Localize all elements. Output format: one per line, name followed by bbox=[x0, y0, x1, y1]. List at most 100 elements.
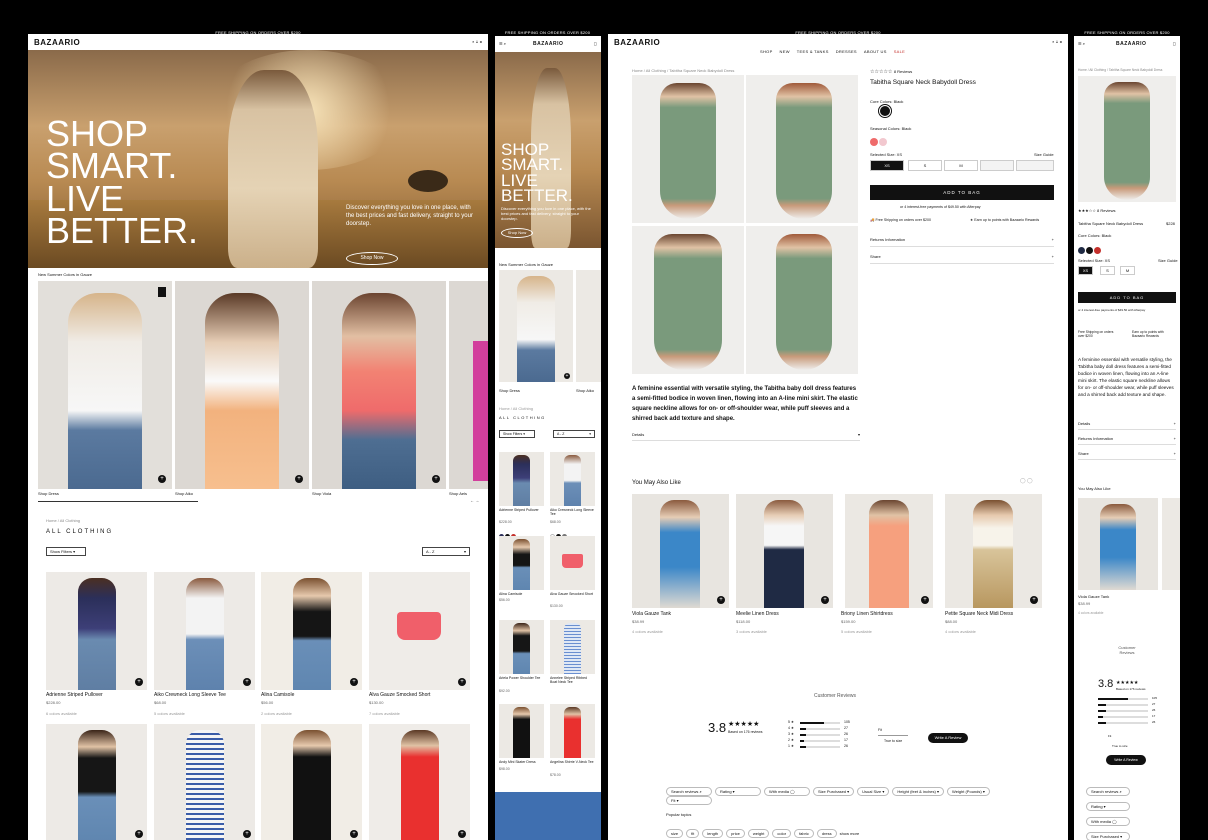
also-name-4[interactable]: Petite Square Neck Midi Dress bbox=[945, 611, 1013, 617]
also-arrows[interactable]: ◯ ◯ bbox=[1020, 478, 1033, 484]
mobile-size-s[interactable]: S bbox=[1100, 266, 1115, 275]
summer-card-1[interactable]: + bbox=[38, 281, 172, 489]
add-icon[interactable]: + bbox=[1030, 596, 1038, 604]
size-s[interactable]: S bbox=[908, 160, 942, 171]
core-swatch-black[interactable] bbox=[878, 104, 892, 118]
add-icon[interactable]: + bbox=[458, 678, 466, 686]
mobile-size-xs[interactable]: XS bbox=[1078, 266, 1093, 275]
product-name-3[interactable]: Alina Camisole bbox=[261, 692, 294, 698]
mobile-media-filter[interactable]: With media ◯ bbox=[1086, 817, 1130, 826]
mobile-rating[interactable]: ★★★☆☆ 8 Reviews bbox=[1078, 208, 1116, 213]
nav-new[interactable]: NEW bbox=[780, 49, 790, 54]
mobile-breadcrumb[interactable]: Home / All Clothing bbox=[499, 406, 533, 411]
menu-icon[interactable]: ☰ ⌕ bbox=[1078, 41, 1085, 46]
add-icon[interactable]: + bbox=[350, 678, 358, 686]
mobile-product-3[interactable] bbox=[499, 536, 544, 590]
height-filter[interactable]: Height (feet & inches) ▾ bbox=[892, 787, 944, 796]
mobile-pdp-breadcrumb[interactable]: Home / All Clothing / Tabitha Square Nec… bbox=[1078, 68, 1178, 72]
summer-card-4[interactable] bbox=[449, 281, 488, 489]
mobile-product-name-1[interactable]: Adrienne Striped Pullover bbox=[499, 508, 544, 512]
pdp-size-guide[interactable]: Size Guide bbox=[1034, 152, 1054, 157]
carousel-scrollbar[interactable] bbox=[38, 501, 198, 502]
mobile-hero-cta[interactable]: Shop Now bbox=[501, 228, 533, 238]
topic-chip[interactable]: weight bbox=[747, 829, 770, 838]
mobile-product-7[interactable] bbox=[499, 704, 544, 758]
pdp-image-1[interactable] bbox=[632, 75, 744, 223]
mobile-also-card-2[interactable] bbox=[1162, 498, 1180, 590]
add-icon[interactable]: + bbox=[135, 678, 143, 686]
add-icon[interactable]: + bbox=[564, 373, 570, 379]
pdp-image-2[interactable] bbox=[746, 75, 858, 223]
mobile-summer-card-1[interactable]: + bbox=[499, 270, 573, 382]
nav-tees[interactable]: TEES & TANKS bbox=[797, 49, 829, 54]
add-icon[interactable]: + bbox=[432, 475, 440, 483]
topic-chip[interactable]: color bbox=[772, 829, 792, 838]
summer-card-3[interactable]: + bbox=[312, 281, 446, 489]
add-icon[interactable]: + bbox=[350, 830, 358, 838]
mobile-summer-label-1[interactable]: Shop Dress bbox=[499, 388, 520, 393]
nav-about[interactable]: ABOUT US bbox=[864, 49, 887, 54]
also-card-1[interactable]: + bbox=[632, 494, 729, 608]
mobile-rating-filter[interactable]: Rating ▾ bbox=[1086, 802, 1130, 811]
bookmark-icon[interactable] bbox=[158, 287, 166, 297]
mobile-product-name-2[interactable]: Aiko Crewneck Long Sleeve Tee bbox=[550, 508, 595, 516]
sort-select[interactable]: A - Z ▾ bbox=[422, 547, 470, 556]
summer-label-3[interactable]: Shop Viola bbox=[312, 491, 331, 496]
bag-icon[interactable]: ◻ bbox=[594, 41, 597, 46]
product-name-1[interactable]: Adrienne Striped Pullover bbox=[46, 692, 103, 698]
mobile-also-name-1[interactable]: Viola Gauze Tank bbox=[1078, 594, 1109, 599]
brand-logo[interactable]: BAZAARIO bbox=[1116, 41, 1146, 47]
product-card-5[interactable]: + bbox=[46, 724, 147, 840]
mobile-product-1[interactable] bbox=[499, 452, 544, 506]
mobile-product-name-7[interactable]: Andy Mini Skater Dress bbox=[499, 760, 544, 764]
mobile-sort-select[interactable]: A - Z ▾ bbox=[553, 430, 595, 438]
show-more-link[interactable]: show more bbox=[840, 831, 860, 836]
mobile-product-6[interactable] bbox=[550, 620, 595, 674]
mobile-product-name-8[interactable]: Angelina Shirrie V-Neck Tee bbox=[550, 760, 595, 764]
mobile-size-m[interactable]: M bbox=[1120, 266, 1135, 275]
product-name-4[interactable]: Alva Gauze Smocked Short bbox=[369, 692, 430, 698]
mobile-product-8[interactable] bbox=[550, 704, 595, 758]
mobile-write-review[interactable]: Write A Review bbox=[1106, 755, 1146, 765]
also-name-1[interactable]: Viola Gauze Tank bbox=[632, 611, 671, 617]
menu-icon[interactable]: ☰ ⌕ bbox=[499, 41, 506, 46]
product-card-1[interactable]: + bbox=[46, 572, 147, 690]
topic-chip[interactable]: size bbox=[666, 829, 684, 838]
pdp-image-4[interactable] bbox=[746, 226, 858, 374]
rating-filter[interactable]: Rating ▾ bbox=[715, 787, 761, 796]
also-card-2[interactable]: + bbox=[736, 494, 833, 608]
add-icon[interactable]: + bbox=[458, 830, 466, 838]
mobile-product-name-3[interactable]: Alina Camisole bbox=[499, 592, 522, 596]
seasonal-swatches[interactable] bbox=[870, 133, 888, 151]
add-icon[interactable]: + bbox=[158, 475, 166, 483]
add-to-bag-button[interactable]: ADD TO BAG bbox=[870, 185, 1054, 200]
show-filters-select[interactable]: Show Filters ▾ bbox=[46, 547, 86, 556]
also-name-3[interactable]: Briony Linen Shirtdress bbox=[841, 611, 893, 617]
pdp-rating-stars[interactable]: ☆☆☆☆☆ 8 Reviews bbox=[870, 69, 912, 75]
mobile-product-name-6[interactable]: Annelee Striped Ribbed Boat Neck Tee bbox=[550, 676, 595, 684]
also-card-4[interactable]: + bbox=[945, 494, 1042, 608]
returns-accordion[interactable]: Returns Information + bbox=[870, 237, 1054, 247]
add-icon[interactable]: + bbox=[295, 475, 303, 483]
mobile-filters-select[interactable]: Show Filters ▾ bbox=[499, 430, 535, 438]
topic-chip[interactable]: dress bbox=[816, 829, 837, 838]
hero-cta-button[interactable]: Shop Now bbox=[346, 252, 398, 265]
mobile-product-name-4[interactable]: Alva Gauze Smocked Short bbox=[550, 592, 595, 596]
also-name-2[interactable]: Meelie Linen Dress bbox=[736, 611, 779, 617]
mobile-product-4[interactable] bbox=[550, 536, 595, 590]
size-filter[interactable]: Size Purchased ▾ bbox=[813, 787, 855, 796]
header-icons[interactable]: ⌕ ♙ ◻ bbox=[472, 39, 482, 44]
topic-chip[interactable]: fabric bbox=[794, 829, 814, 838]
nav-dresses[interactable]: DRESSES bbox=[836, 49, 857, 54]
write-review-button[interactable]: Write A Review bbox=[928, 733, 968, 743]
share-accordion[interactable]: Share + bbox=[870, 254, 1054, 264]
product-card-4[interactable]: + bbox=[369, 572, 470, 690]
product-card-2[interactable]: + bbox=[154, 572, 255, 690]
brand-logo[interactable]: BAZAARIO bbox=[533, 41, 563, 47]
nav-shop[interactable]: SHOP bbox=[760, 49, 773, 54]
fit-filter[interactable]: Fit ▾ bbox=[666, 796, 712, 805]
size-xs[interactable]: XS bbox=[870, 160, 904, 171]
mobile-product-name-5[interactable]: Ariela Power Shoulder Tee bbox=[499, 676, 544, 680]
pdp-breadcrumb[interactable]: Home / All Clothing / Tabitha Square Nec… bbox=[632, 68, 734, 73]
mobile-returns[interactable]: Returns Information + bbox=[1078, 436, 1176, 445]
